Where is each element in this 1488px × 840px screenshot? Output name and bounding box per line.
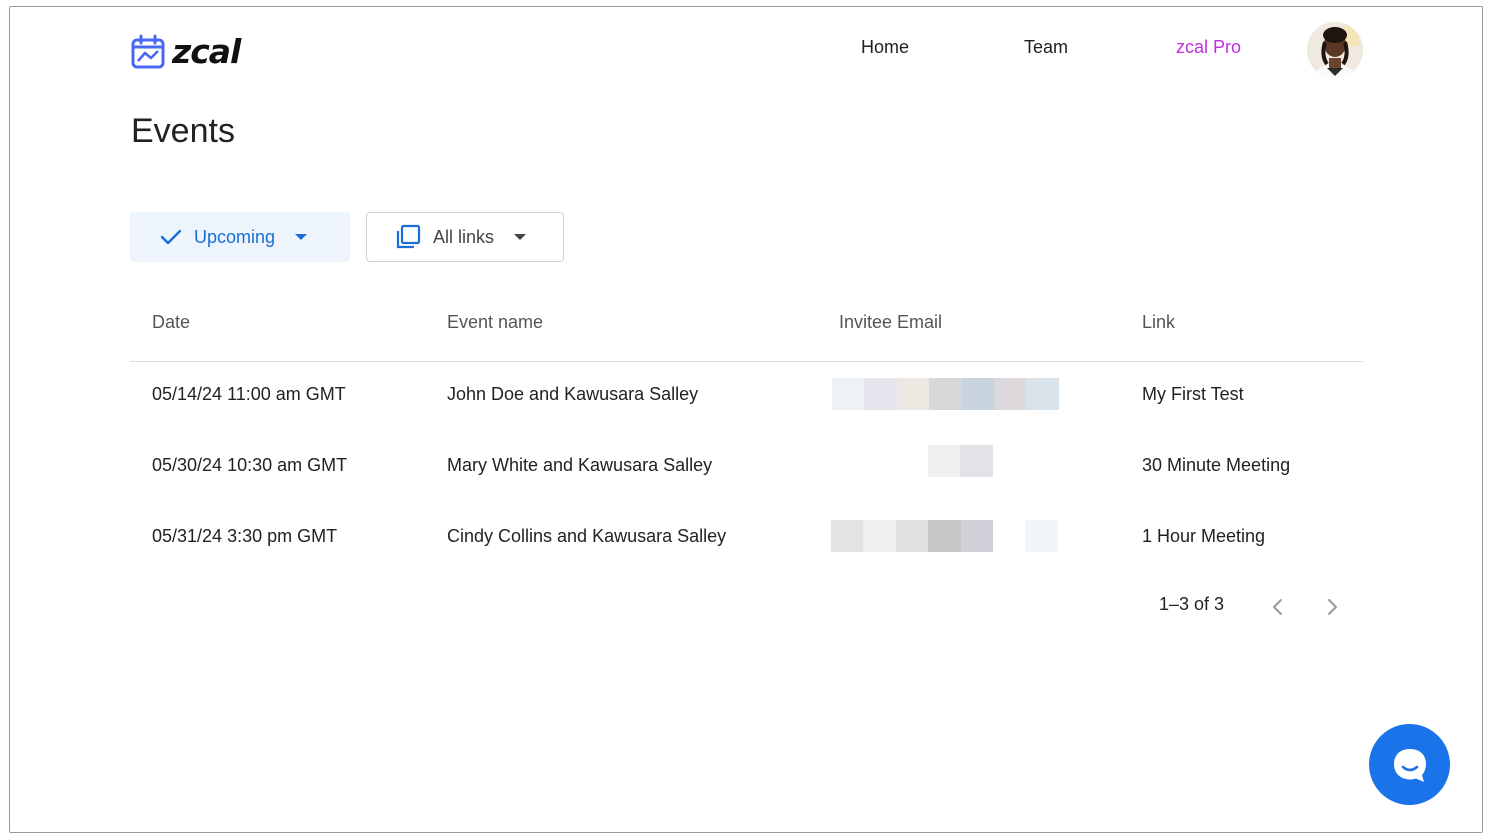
copy-icon — [396, 224, 421, 249]
brand-name: zcal — [172, 32, 241, 71]
column-header-event-name[interactable]: Event name — [447, 312, 543, 333]
column-header-link[interactable]: Link — [1142, 312, 1175, 333]
check-icon — [160, 229, 182, 245]
table-row[interactable]: 05/30/24 10:30 am GMT Mary White and Kaw… — [130, 433, 1363, 504]
nav-team-link[interactable]: Team — [1024, 37, 1068, 58]
chevron-right-icon — [1328, 599, 1337, 615]
table-row[interactable]: 05/14/24 11:00 am GMT John Doe and Kawus… — [130, 362, 1363, 433]
next-page-button[interactable] — [1320, 596, 1344, 618]
chat-bubble-icon — [1393, 748, 1426, 782]
upcoming-filter-label: Upcoming — [194, 226, 276, 247]
chevron-down-icon — [295, 234, 308, 240]
user-avatar[interactable] — [1307, 22, 1363, 78]
chevron-down-icon — [514, 234, 527, 240]
event-name: John Doe and Kawusara Salley — [447, 384, 699, 404]
calendar-icon — [131, 34, 165, 68]
redacted-email — [928, 445, 993, 477]
event-link[interactable]: 30 Minute Meeting — [1142, 455, 1290, 476]
event-link[interactable]: 1 Hour Meeting — [1142, 526, 1265, 547]
event-name: Mary White and Kawusara Salley — [447, 455, 713, 475]
table-row[interactable]: 05/31/24 3:30 pm GMT Cindy Collins and K… — [130, 504, 1363, 575]
column-header-date[interactable]: Date — [152, 312, 190, 333]
events-table: Date Event name Invitee Email Link 05/14… — [130, 290, 1363, 575]
pagination-label: 1–3 of 3 — [1159, 594, 1225, 614]
zcal-logo[interactable]: zcal — [130, 32, 241, 71]
chevron-left-icon — [1273, 599, 1282, 615]
event-name: Cindy Collins and Kawusara Salley — [447, 526, 727, 546]
event-date: 05/31/24 3:30 pm GMT — [152, 526, 338, 546]
chat-launcher-button[interactable] — [1369, 724, 1450, 805]
event-date: 05/14/24 11:00 am GMT — [152, 384, 346, 404]
previous-page-button[interactable] — [1266, 596, 1290, 618]
nav-home-link[interactable]: Home — [861, 37, 909, 58]
links-filter-dropdown[interactable]: All links — [366, 212, 564, 262]
redacted-email — [832, 378, 1059, 410]
column-header-invitee-email[interactable]: Invitee Email — [839, 312, 942, 333]
nav-zcal-pro-link[interactable]: zcal Pro — [1176, 37, 1241, 58]
redacted-email — [831, 520, 1058, 552]
table-header: Date Event name Invitee Email Link — [130, 290, 1363, 362]
event-date: 05/30/24 10:30 am GMT — [152, 455, 348, 475]
page-title: Events — [131, 112, 235, 150]
links-filter-label: All links — [433, 226, 495, 247]
event-link[interactable]: My First Test — [1142, 384, 1244, 405]
upcoming-filter-dropdown[interactable]: Upcoming — [130, 212, 350, 262]
avatar-image — [1307, 22, 1363, 78]
